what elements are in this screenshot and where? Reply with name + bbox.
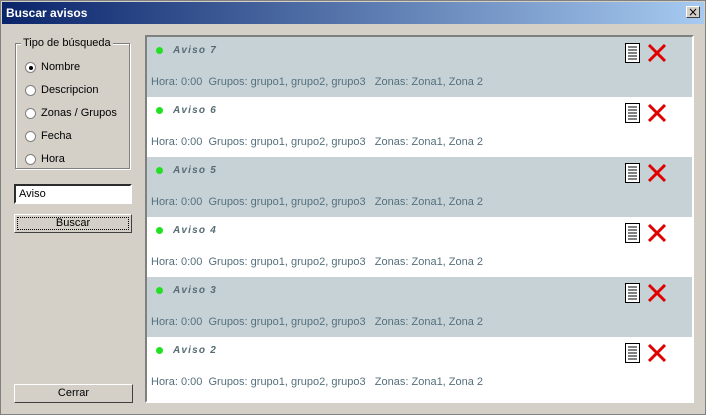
search-alerts-window: Buscar avisos × Tipo de búsqueda Nombre … — [0, 0, 706, 415]
delete-x-icon[interactable] — [647, 103, 667, 123]
item-details: Hora: 0:00 Grupos: grupo1, grupo2, grupo… — [151, 196, 484, 208]
document-icon[interactable] — [625, 283, 640, 303]
item-details: Hora: 0:00 Grupos: grupo1, grupo2, grupo… — [151, 376, 484, 388]
document-icon[interactable] — [625, 43, 640, 63]
list-item[interactable]: Aviso 7 Hora: 0:00 Grupos: grupo1, grupo… — [147, 37, 692, 97]
delete-x-icon[interactable] — [647, 223, 667, 243]
delete-x-icon[interactable] — [647, 163, 667, 183]
green-dot-icon — [156, 167, 163, 174]
item-name: Aviso 5 — [173, 165, 217, 176]
green-dot-icon — [156, 47, 163, 54]
radio-button-icon[interactable] — [25, 130, 36, 142]
item-name: Aviso 3 — [173, 285, 217, 296]
green-dot-icon — [156, 287, 163, 294]
item-name: Aviso 7 — [173, 45, 217, 56]
delete-x-icon[interactable] — [647, 343, 667, 363]
window-title: Buscar avisos — [6, 6, 88, 20]
document-icon[interactable] — [625, 103, 640, 123]
item-name: Aviso 6 — [173, 105, 217, 116]
list-item[interactable]: Aviso 4 Hora: 0:00 Grupos: grupo1, grupo… — [147, 217, 692, 277]
green-dot-icon — [156, 347, 163, 354]
radio-fecha[interactable]: Fecha — [25, 128, 72, 144]
search-type-legend: Tipo de búsqueda — [21, 37, 113, 49]
radio-nombre[interactable]: Nombre — [25, 59, 80, 75]
title-bar[interactable]: Buscar avisos × — [2, 2, 704, 24]
list-item[interactable]: Aviso 5 Hora: 0:00 Grupos: grupo1, grupo… — [147, 157, 692, 217]
close-button[interactable]: Cerrar — [14, 384, 133, 403]
document-icon[interactable] — [625, 163, 640, 183]
radio-zonas-grupos[interactable]: Zonas / Grupos — [25, 105, 117, 121]
radio-button-icon[interactable] — [25, 153, 36, 165]
delete-x-icon[interactable] — [647, 283, 667, 303]
item-details: Hora: 0:00 Grupos: grupo1, grupo2, grupo… — [151, 256, 484, 268]
radio-descripcion[interactable]: Descripcion — [25, 82, 98, 98]
search-input[interactable] — [14, 184, 132, 204]
item-name: Aviso 4 — [173, 225, 217, 236]
document-icon[interactable] — [625, 223, 640, 243]
radio-label: Zonas / Grupos — [41, 107, 117, 119]
list-item[interactable]: Aviso 6 Hora: 0:00 Grupos: grupo1, grupo… — [147, 97, 692, 157]
list-item[interactable]: Aviso 3 Hora: 0:00 Grupos: grupo1, grupo… — [147, 277, 692, 337]
radio-button-icon[interactable] — [25, 61, 36, 73]
radio-label: Nombre — [41, 61, 81, 73]
radio-label: Fecha — [41, 130, 72, 142]
delete-x-icon[interactable] — [647, 43, 667, 63]
item-name: Aviso 2 — [173, 345, 217, 356]
item-details: Hora: 0:00 Grupos: grupo1, grupo2, grupo… — [151, 136, 484, 148]
item-details: Hora: 0:00 Grupos: grupo1, grupo2, grupo… — [151, 316, 484, 328]
radio-label: Descripcion — [41, 84, 99, 96]
list-item[interactable]: Aviso 2 Hora: 0:00 Grupos: grupo1, grupo… — [147, 337, 692, 397]
radio-label: Hora — [41, 153, 65, 165]
radio-hora[interactable]: Hora — [25, 151, 65, 167]
close-window-button[interactable]: × — [686, 6, 700, 18]
green-dot-icon — [156, 227, 163, 234]
search-button[interactable]: Buscar — [14, 214, 132, 233]
alerts-list[interactable]: Aviso 7 Hora: 0:00 Grupos: grupo1, grupo… — [145, 35, 694, 403]
green-dot-icon — [156, 107, 163, 114]
radio-button-icon[interactable] — [25, 84, 36, 96]
item-details: Hora: 0:00 Grupos: grupo1, grupo2, grupo… — [151, 76, 484, 88]
radio-button-icon[interactable] — [25, 107, 36, 119]
document-icon[interactable] — [625, 343, 640, 363]
